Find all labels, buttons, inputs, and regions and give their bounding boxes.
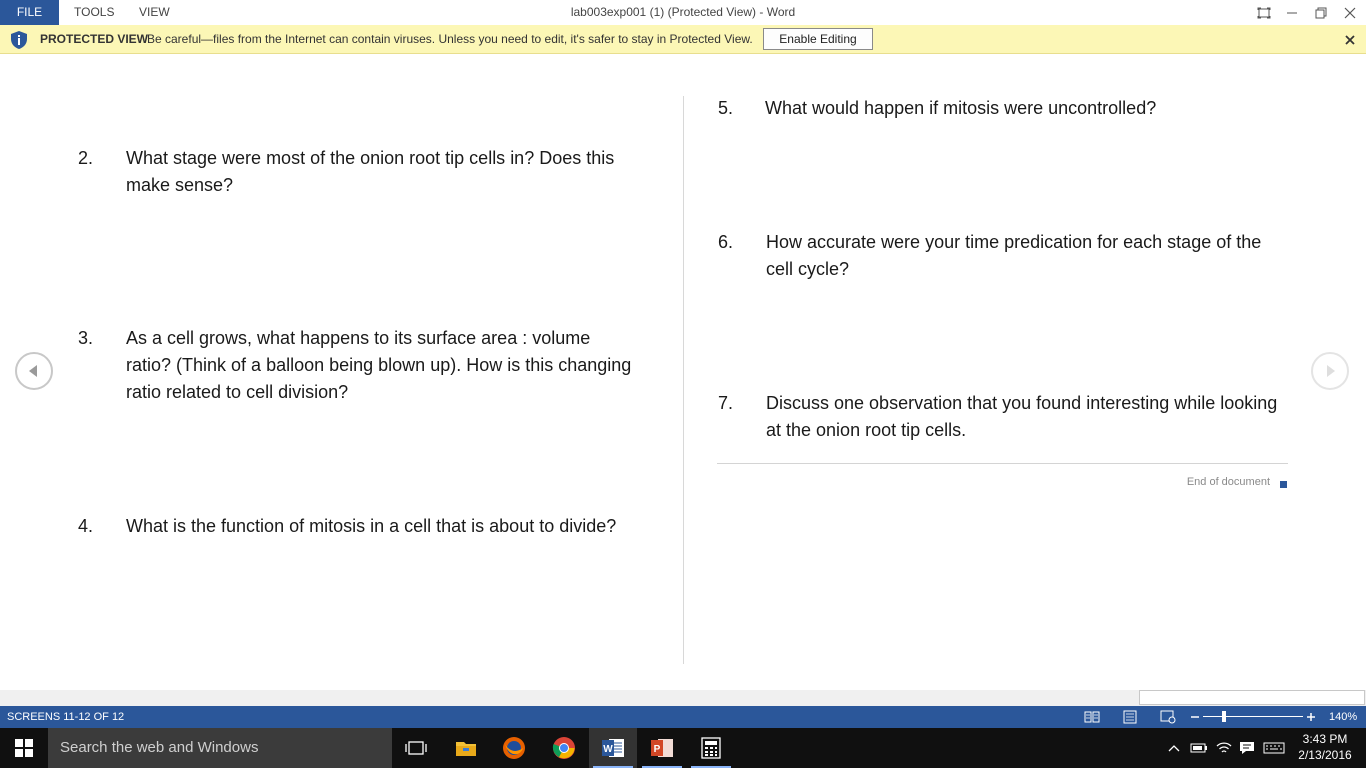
windows-start-icon[interactable] <box>0 728 48 768</box>
question-5: 5. What would happen if mitosis were unc… <box>718 95 1278 122</box>
window-title: lab003exp001 (1) (Protected View) - Word <box>570 5 796 19</box>
zoom-out-icon[interactable] <box>1190 710 1200 726</box>
zoom-percentage[interactable]: 140% <box>1329 706 1357 728</box>
info-shield-icon <box>9 30 29 50</box>
horizontal-scrollbar[interactable] <box>0 690 1366 706</box>
arrow-left-icon <box>29 365 37 377</box>
menu-tools[interactable]: TOOLS <box>74 0 114 25</box>
question-6: 6. How accurate were your time predicati… <box>718 229 1278 283</box>
menu-view[interactable]: VIEW <box>139 0 170 25</box>
restore-icon[interactable] <box>1307 0 1335 25</box>
clock-time: 3:43 PM <box>1302 732 1348 746</box>
close-bar-icon[interactable] <box>1340 30 1360 50</box>
keyboard-icon[interactable] <box>1261 728 1287 768</box>
calculator-icon[interactable] <box>687 728 735 768</box>
file-explorer-icon[interactable] <box>442 728 490 768</box>
question-2: 2. What stage were most of the onion roo… <box>78 145 638 199</box>
next-screen-button[interactable] <box>1311 352 1349 390</box>
question-number: 5. <box>718 98 734 118</box>
question-text: What would happen if mitosis were uncont… <box>765 98 1157 118</box>
action-center-icon[interactable] <box>1237 728 1257 768</box>
word-icon[interactable]: W <box>589 728 637 768</box>
taskbar: Search the web and Windows W P 3:43 PM 2… <box>0 728 1366 768</box>
status-bar: SCREENS 11-12 OF 12 140% <box>0 706 1366 728</box>
question-text: What stage were most of the onion root t… <box>126 148 615 195</box>
protected-view-message: Be careful—files from the Internet can c… <box>147 32 753 46</box>
question-text: What is the function of mitosis in a cel… <box>126 516 617 536</box>
minimize-icon[interactable] <box>1278 0 1306 25</box>
question-number: 3. <box>78 328 94 348</box>
question-7: 7. Discuss one observation that you foun… <box>718 390 1278 444</box>
firefox-icon[interactable] <box>490 728 538 768</box>
protected-view-title: PROTECTED VIEW <box>40 32 149 46</box>
taskbar-clock[interactable]: 3:43 PM 2/13/2016 <box>1290 731 1360 763</box>
battery-icon[interactable] <box>1188 728 1210 768</box>
end-of-document-marker <box>1280 481 1287 488</box>
question-text: How accurate were your time predication … <box>766 232 1262 279</box>
zoom-slider-thumb[interactable] <box>1222 711 1226 722</box>
question-number: 7. <box>718 393 734 413</box>
arrow-right-icon <box>1327 365 1335 377</box>
question-4: 4. What is the function of mitosis in a … <box>78 513 618 540</box>
question-text: As a cell grows, what happens to its sur… <box>126 328 632 402</box>
end-of-document-label: End of document <box>1186 476 1270 488</box>
show-hidden-icons-icon[interactable] <box>1164 728 1184 768</box>
wifi-icon[interactable] <box>1213 728 1235 768</box>
read-mode-icon[interactable] <box>1084 710 1100 727</box>
zoom-in-icon[interactable] <box>1305 710 1317 727</box>
protected-view-bar: PROTECTED VIEW Be careful—files from the… <box>0 25 1366 54</box>
question-text: Discuss one observation that you found i… <box>766 393 1278 440</box>
enable-editing-button[interactable]: Enable Editing <box>763 28 873 50</box>
powerpoint-icon[interactable]: P <box>638 728 686 768</box>
web-layout-icon[interactable] <box>1160 710 1176 727</box>
question-number: 4. <box>78 516 94 536</box>
end-of-document-rule <box>717 463 1288 464</box>
taskbar-search-box[interactable]: Search the web and Windows <box>48 728 392 768</box>
print-layout-icon[interactable] <box>1122 710 1138 727</box>
question-number: 6. <box>718 232 734 252</box>
close-icon[interactable] <box>1336 0 1364 25</box>
page-divider <box>683 96 684 664</box>
zoom-slider[interactable] <box>1203 716 1303 717</box>
scrollbar-thumb[interactable] <box>1139 690 1365 705</box>
task-view-icon[interactable] <box>392 728 440 768</box>
svg-text:W: W <box>603 744 613 755</box>
menu-file[interactable]: FILE <box>0 0 59 25</box>
document-area[interactable]: 2. What stage were most of the onion roo… <box>0 54 1366 690</box>
question-number: 2. <box>78 148 94 168</box>
screen-count: SCREENS 11-12 OF 12 <box>7 711 125 723</box>
question-3: 3. As a cell grows, what happens to its … <box>78 325 638 406</box>
clock-date: 2/13/2016 <box>1298 748 1352 762</box>
fullscreen-icon[interactable] <box>1250 0 1278 25</box>
chrome-icon[interactable] <box>540 728 588 768</box>
svg-text:P: P <box>654 744 661 755</box>
previous-screen-button[interactable] <box>15 352 53 390</box>
title-bar: FILE TOOLS VIEW lab003exp001 (1) (Protec… <box>0 0 1366 25</box>
